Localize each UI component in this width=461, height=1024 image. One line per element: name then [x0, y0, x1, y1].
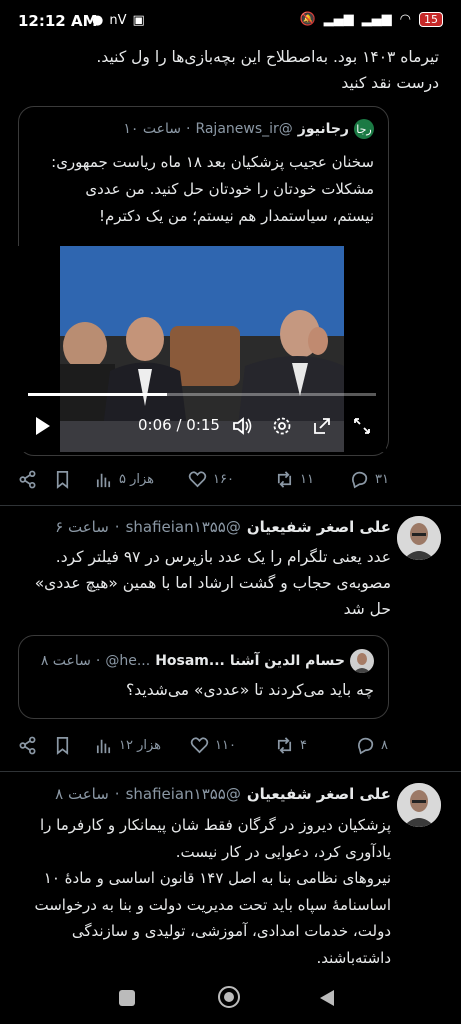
video-player[interactable]: 0:06 / 0:15 — [18, 246, 386, 452]
views-icon — [96, 473, 111, 487]
like-count: ۱۶۰ — [213, 471, 234, 487]
battery-indicator: 15 — [419, 12, 443, 27]
tweet-actions: هزار ۱۲ ۱۱۰ ۴ ۸ — [0, 731, 461, 759]
wifi-icon: ◠ — [399, 12, 411, 27]
volume-button[interactable] — [232, 416, 254, 440]
tweet-time: ساعت ۶ — [55, 518, 109, 536]
status-bar: 12:12 AM ● nV ▣ 🔕 ▂▄▆ ▂▄▆ ◠ 15 — [0, 0, 461, 44]
views-count: هزار ۱۲ — [119, 737, 162, 753]
share-icon — [19, 736, 36, 754]
quoted-author-handle[interactable]: @Rajanews_ir — [195, 121, 292, 137]
quoted-author-name[interactable]: رجانیوز — [298, 121, 349, 137]
heart-icon — [190, 736, 209, 753]
like-button[interactable]: ۱۱۰ — [190, 736, 236, 755]
quoted-tweet-time: ساعت ۱۰ — [123, 121, 181, 137]
tweet-actions: هزار ۵ ۱۶۰ ۱۱ ۳۱ — [0, 465, 461, 493]
heart-icon — [188, 470, 207, 487]
retweet-icon — [277, 736, 292, 754]
quoted-tweet-header: رجا رجانیوز @Rajanews_ir · ساعت ۱۰ — [123, 119, 374, 139]
quoted-author-name-latin[interactable]: Hosam... — [155, 653, 225, 669]
avatar-image — [397, 783, 441, 827]
retweet-icon — [277, 470, 292, 488]
bookmark-button[interactable] — [53, 470, 72, 489]
bookmark-icon — [56, 470, 69, 489]
system-nav-bar — [0, 972, 461, 1024]
volume-icon — [233, 417, 252, 435]
views-button[interactable]: هزار ۵ — [94, 470, 154, 489]
status-time: 12:12 AM — [18, 12, 98, 30]
retweet-button[interactable]: ۱۱ — [275, 470, 314, 489]
author-handle[interactable]: @shafieian۱۳۵۵ — [126, 785, 241, 803]
quoted-tweet[interactable]: حسام الدین آشنا Hosam... @he... · ساعت ۸… — [18, 635, 389, 719]
home-icon[interactable] — [218, 986, 240, 1008]
fullscreen-icon — [354, 418, 370, 434]
quoted-tweet-text: چه باید می‌کردند تا «عددی» می‌شدید؟ — [126, 681, 374, 699]
retweet-count: ۴ — [300, 737, 307, 753]
avatar-image — [397, 516, 441, 560]
quoted-author-handle[interactable]: @he... — [105, 653, 150, 669]
tweet-text: عدد یعنی تلگرام را یک عدد بازپرس در ۹۷ ف… — [34, 548, 391, 618]
mute-icon: 🔕 — [299, 12, 316, 27]
quoted-author-name[interactable]: حسام الدین آشنا — [230, 653, 345, 669]
quoted-avatar — [350, 649, 374, 673]
share-icon — [19, 470, 36, 488]
play-button[interactable] — [34, 416, 52, 440]
reply-count: ۳۱ — [375, 471, 389, 487]
retweet-button[interactable]: ۴ — [275, 736, 307, 755]
rajanews-logo: رجا — [354, 119, 374, 139]
chat-icon: ● — [92, 13, 104, 28]
views-icon — [96, 739, 111, 753]
signal-icon: ▂▄▆ — [323, 12, 354, 27]
tweet-text: پزشکیان دیروز در گرگان فقط شان پیمانکار … — [34, 816, 392, 967]
play-icon — [36, 417, 50, 435]
reply-icon — [351, 471, 368, 488]
quoted-tweet-text: سخنان عجیب پزشکیان بعد ۱۸ ماه ریاست جمهو… — [51, 153, 374, 225]
reply-button[interactable]: ۸ — [356, 736, 388, 755]
settings-button[interactable] — [272, 416, 292, 440]
bookmark-icon — [56, 736, 69, 755]
share-button[interactable] — [18, 736, 37, 755]
views-button[interactable]: هزار ۱۲ — [94, 736, 161, 755]
nv-indicator: nV — [109, 13, 127, 28]
sim-icon: ▣ — [132, 13, 145, 28]
back-icon[interactable] — [318, 988, 336, 1008]
popout-icon — [314, 418, 330, 434]
quoted-tweet-header: حسام الدین آشنا Hosam... @he... · ساعت ۸ — [41, 649, 374, 673]
like-count: ۱۱۰ — [215, 737, 236, 753]
tweet-author: علی اصغر شفیعیان @shafieian۱۳۵۵ · ساعت ۸ — [55, 785, 391, 803]
recents-icon[interactable] — [119, 990, 135, 1006]
signal-icon: ▂▄▆ — [361, 12, 392, 27]
video-progress-track[interactable] — [28, 393, 376, 396]
reply-button[interactable]: ۳۱ — [350, 470, 389, 489]
reply-count: ۸ — [381, 737, 388, 753]
author-name[interactable]: علی اصغر شفیعیان — [247, 785, 391, 803]
tweet-text: تیرماه ۱۴۰۳ بود. به‌اصطلاح این بچه‌بازی‌… — [96, 48, 439, 92]
video-time: 0:06 / 0:15 — [138, 416, 220, 434]
quoted-tweet-time: ساعت ۸ — [40, 653, 91, 669]
share-button[interactable] — [18, 470, 37, 489]
gear-icon — [273, 417, 291, 435]
fullscreen-button[interactable] — [352, 416, 372, 440]
author-handle[interactable]: @shafieian۱۳۵۵ — [126, 518, 241, 536]
popout-button[interactable] — [312, 416, 332, 440]
tweet-divider — [0, 771, 461, 772]
video-progress-fill — [28, 393, 168, 396]
like-button[interactable]: ۱۶۰ — [188, 470, 234, 489]
retweet-count: ۱۱ — [300, 471, 314, 487]
reply-icon — [357, 737, 374, 754]
avatar[interactable] — [397, 783, 441, 827]
tweet-time: ساعت ۸ — [55, 785, 109, 803]
author-name[interactable]: علی اصغر شفیعیان — [247, 518, 391, 536]
tweet-author: علی اصغر شفیعیان @shafieian۱۳۵۵ · ساعت ۶ — [55, 518, 391, 536]
views-count: هزار ۵ — [119, 471, 155, 487]
tweet-divider — [0, 505, 461, 506]
quoted-avatar-image — [350, 649, 374, 673]
avatar[interactable] — [397, 516, 441, 560]
bookmark-button[interactable] — [53, 736, 72, 755]
